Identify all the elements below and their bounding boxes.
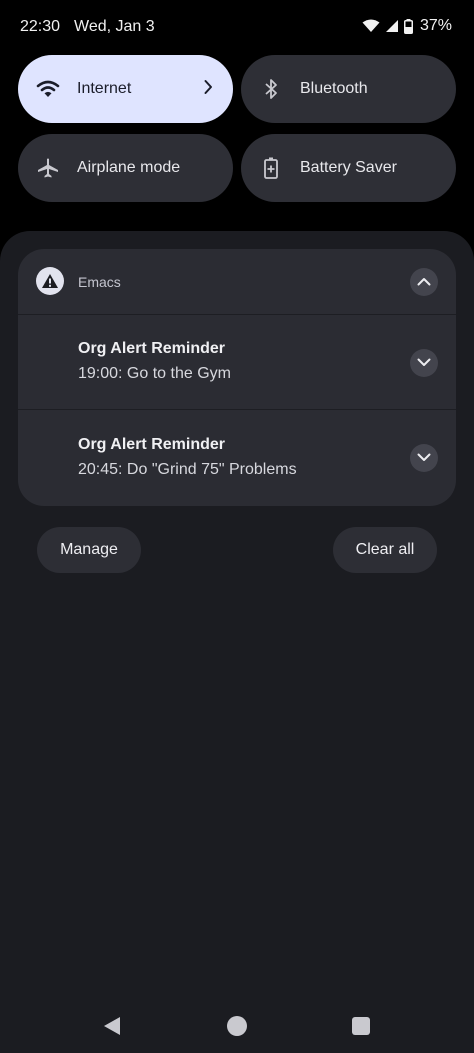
status-time: 22:30	[20, 18, 61, 35]
airplane-mode-tile-label: Airplane mode	[77, 159, 181, 176]
warning-icon	[36, 267, 64, 295]
chevron-right-icon[interactable]	[203, 79, 213, 100]
app-name: Emacs	[78, 274, 121, 290]
notification-body: 19:00: Go to the Gym	[78, 365, 231, 382]
back-icon[interactable]	[103, 1016, 121, 1041]
airplane-icon	[36, 156, 60, 180]
battery-saver-icon	[259, 156, 283, 180]
bluetooth-tile[interactable]: Bluetooth	[241, 55, 456, 123]
chevron-down-icon	[417, 354, 431, 372]
notification-body: 20:45: Do "Grind 75" Problems	[78, 461, 297, 478]
navigation-bar	[0, 1000, 474, 1053]
status-icons: 37%	[362, 17, 452, 35]
battery-saver-tile[interactable]: Battery Saver	[241, 134, 456, 202]
battery-saver-tile-label: Battery Saver	[300, 159, 397, 176]
internet-tile-label: Internet	[77, 80, 132, 97]
clear-all-button[interactable]: Clear all	[333, 527, 437, 573]
wifi-icon	[36, 77, 60, 101]
chevron-up-icon	[417, 273, 431, 291]
wifi-icon	[362, 19, 380, 33]
status-date: Wed, Jan 3	[74, 18, 155, 35]
airplane-mode-tile[interactable]: Airplane mode	[18, 134, 233, 202]
divider	[18, 314, 456, 315]
expand-notification-button[interactable]	[410, 444, 438, 472]
status-bar: 22:30 Wed, Jan 3 37%	[0, 0, 474, 56]
notification-title: Org Alert Reminder	[78, 436, 225, 453]
notification-group-card[interactable]: Emacs Org Alert Reminder 19:00: Go to th…	[18, 249, 456, 506]
bluetooth-icon	[259, 77, 283, 101]
internet-tile[interactable]: Internet	[18, 55, 233, 123]
battery-percent: 37%	[419, 17, 452, 34]
notification-title: Org Alert Reminder	[78, 340, 225, 357]
bluetooth-tile-label: Bluetooth	[300, 80, 368, 97]
home-icon[interactable]	[227, 1016, 247, 1036]
collapse-group-button[interactable]	[410, 268, 438, 296]
manage-button[interactable]: Manage	[37, 527, 141, 573]
chevron-down-icon	[417, 449, 431, 467]
battery-icon	[403, 18, 413, 34]
expand-notification-button[interactable]	[410, 349, 438, 377]
divider	[18, 409, 456, 410]
recents-icon[interactable]	[352, 1017, 370, 1035]
cellular-signal-icon	[385, 19, 399, 33]
